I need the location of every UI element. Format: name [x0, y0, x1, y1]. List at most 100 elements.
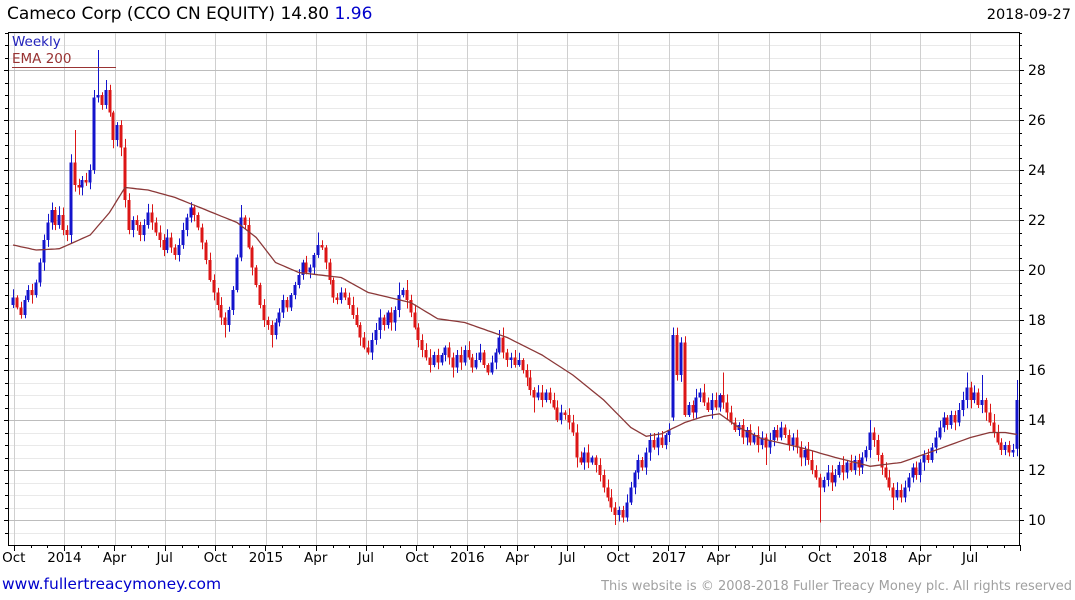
candle-up	[544, 392, 548, 400]
candle-up	[903, 487, 907, 498]
candle-up	[826, 472, 830, 480]
x-tick-label: Apr	[304, 550, 328, 566]
candle-down	[413, 312, 417, 328]
candle-down	[521, 360, 525, 370]
candle-up	[316, 245, 320, 255]
candle-up	[443, 347, 447, 355]
candle-down	[212, 280, 216, 293]
candle-up	[694, 397, 698, 413]
x-tick-label: Jul	[558, 550, 575, 566]
candle-down	[810, 460, 814, 470]
candle-down	[84, 180, 88, 183]
candle-down	[706, 402, 710, 410]
candle-up	[791, 437, 795, 445]
candle-down	[135, 220, 139, 225]
candle-down	[880, 455, 884, 468]
x-tick-label: Oct	[204, 550, 227, 566]
candle-up	[490, 362, 494, 373]
candle-up	[845, 462, 849, 473]
candle-down	[30, 290, 34, 295]
copyright-text: This website is © 2008-2018 Fuller Treac…	[601, 579, 1072, 594]
candle-up	[432, 355, 436, 365]
candle-down	[586, 452, 590, 463]
y-tick-label: 10	[1028, 513, 1046, 529]
candle-down	[158, 232, 162, 240]
candle-up	[80, 180, 84, 188]
y-tick-label: 26	[1028, 113, 1046, 129]
candle-up	[710, 400, 714, 410]
candle-down	[552, 400, 556, 408]
candle-up	[965, 387, 969, 400]
candle-down	[254, 267, 258, 285]
candle-up	[509, 357, 513, 360]
candle-up	[104, 90, 108, 105]
candle-down	[621, 510, 625, 518]
candle-up	[401, 290, 405, 295]
candle-down	[548, 392, 552, 400]
candle-up	[189, 207, 193, 218]
candle-down	[945, 417, 949, 425]
y-tick-label: 16	[1028, 363, 1046, 379]
candle-down	[841, 465, 845, 473]
candle-down	[501, 337, 505, 353]
plot-border	[8, 32, 1020, 546]
candle-up	[972, 392, 976, 400]
candle-up	[239, 217, 243, 258]
candle-down	[216, 292, 220, 305]
y-tick-label: 18	[1028, 313, 1046, 329]
candle-down	[482, 352, 486, 365]
candle-down	[335, 297, 339, 300]
x-tick-label: Oct	[405, 550, 428, 566]
candle-up	[26, 290, 30, 300]
candle-up	[895, 490, 899, 498]
candle-down	[324, 247, 328, 263]
candle-down	[73, 162, 77, 185]
candle-down	[428, 357, 432, 365]
candle-up	[644, 452, 648, 468]
candle-down	[331, 280, 335, 298]
candle-down	[876, 440, 880, 455]
candle-down	[169, 237, 173, 248]
candle-up	[177, 245, 181, 255]
candle-down	[162, 240, 166, 250]
candle-down	[513, 357, 517, 365]
candle-up	[440, 355, 444, 363]
candle-down	[447, 347, 451, 358]
candle-down	[992, 422, 996, 433]
candle-up	[803, 450, 807, 458]
ema-legend-line	[12, 67, 116, 68]
site-link[interactable]: www.fullertreacymoney.com	[2, 575, 221, 593]
candle-up	[235, 257, 239, 290]
candle-down	[914, 467, 918, 475]
candle-up	[23, 300, 27, 315]
candle-up	[378, 317, 382, 330]
candle-down	[15, 297, 19, 308]
candle-up	[131, 220, 135, 230]
candle-down	[532, 390, 536, 398]
candle-down	[77, 185, 81, 188]
candle-down	[702, 392, 706, 403]
candle-down	[154, 222, 158, 233]
x-tick-label: Apr	[908, 550, 932, 566]
candle-up	[779, 427, 783, 438]
candle-down	[258, 285, 262, 305]
candle-up	[374, 330, 378, 340]
candle-up	[289, 295, 293, 308]
candle-down	[660, 437, 664, 445]
candle-up	[961, 400, 965, 410]
candle-down	[999, 442, 1003, 450]
candle-down	[382, 317, 386, 325]
candle-up	[957, 410, 961, 423]
candle-down	[247, 225, 251, 248]
candle-down	[602, 475, 606, 488]
candle-up	[853, 460, 857, 470]
candle-up	[38, 262, 42, 283]
candle-down	[609, 497, 613, 508]
candle-down	[799, 447, 803, 458]
x-tick-label: 2016	[450, 550, 484, 566]
candle-up	[687, 405, 691, 415]
candle-up	[463, 350, 467, 363]
candle-up	[386, 312, 390, 325]
candle-up	[698, 392, 702, 398]
price-chart-canvas[interactable]: 10 12 14 16 18 20 22 24 26 28 Oct 2014 Apr Jul Oct 2015…	[0, 0, 1075, 572]
